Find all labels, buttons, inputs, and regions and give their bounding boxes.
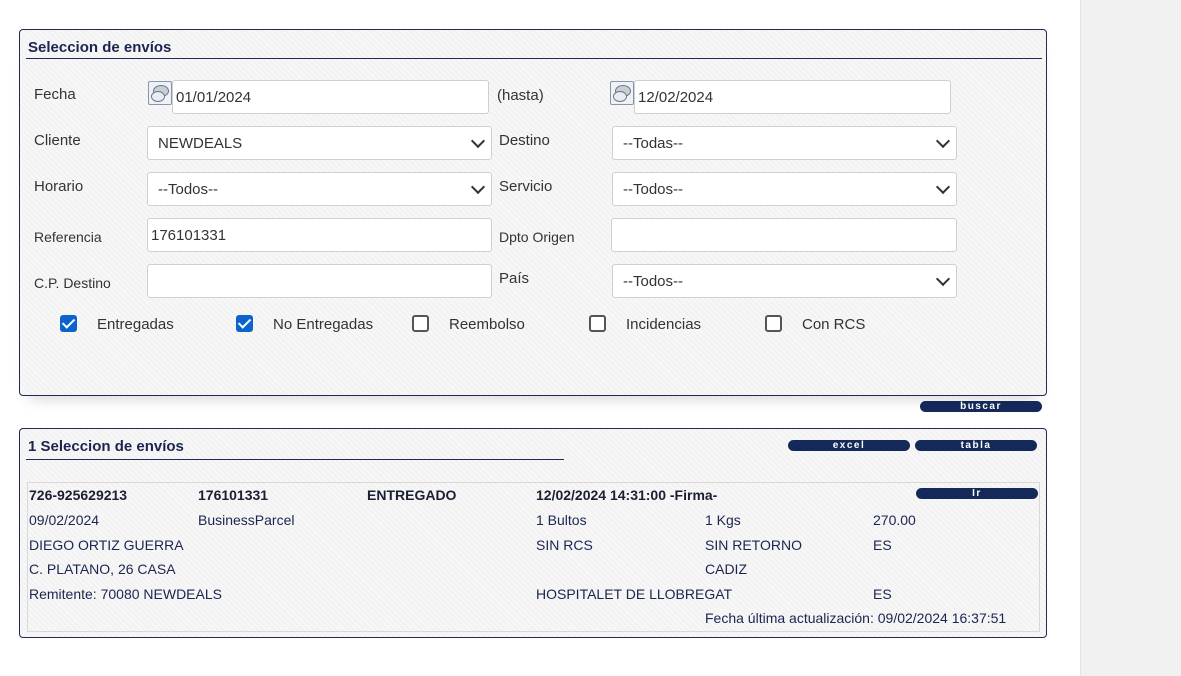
pais-select[interactable]: --Todos-- [612,264,957,298]
kgs-value: 1 Kgs [705,512,741,528]
con-rcs-label: Con RCS [802,316,866,333]
entregadas-checkbox[interactable] [60,315,77,332]
bultos-value: 1 Bultos [536,512,587,528]
horario-label: Horario [34,178,84,195]
destino-select[interactable]: --Todas-- [612,126,957,160]
referencia-label: Referencia [34,229,102,245]
chevron-down-icon [935,271,951,287]
rcs-value: SIN RCS [536,537,593,553]
excel-button[interactable]: excel [788,440,910,451]
incidencias-checkbox[interactable] [589,315,606,332]
right-side-pane [1080,0,1181,676]
pais-label: País [499,270,530,287]
provincia-value: CADIZ [705,561,747,577]
fecha-to-input[interactable]: 12/02/2024 [634,80,951,114]
tabla-button[interactable]: tabla [915,440,1037,451]
fecha-value: 09/02/2024 [29,512,100,528]
estado-value: ENTREGADO [367,487,457,503]
entregadas-label: Entregadas [97,316,174,333]
reembolso-checkbox[interactable] [412,315,429,332]
cliente-label: Cliente [34,132,81,149]
hasta-label: (hasta) [497,87,544,104]
direccion-value: C. PLATANO, 26 CASA [29,561,176,577]
horario-select-value: --Todos-- [158,181,219,198]
fecha-from-input[interactable]: 01/01/2024 [172,80,489,114]
pais-select-value: --Todos-- [623,273,684,290]
pais-destino-value: ES [873,537,892,553]
chevron-down-icon [470,133,486,149]
buscar-button[interactable]: buscar [920,401,1042,412]
results-panel-title: 1 Seleccion de envíos [28,438,184,455]
results-panel: 1 Seleccion de envíos excel tabla Ir 726… [19,428,1047,638]
retorno-value: SIN RETORNO [705,537,802,553]
cliente-select-value: NEWDEALS [158,135,243,152]
result-item: Ir 726-925629213 176101331 ENTREGADO 12/… [27,482,1040,632]
cp-destino-input[interactable] [147,264,492,298]
search-panel: Seleccion de envíos Fecha 01/01/2024 (ha… [19,29,1047,396]
poblacion-origen-value: HOSPITALET DE LLOBREGAT [536,586,733,602]
referencia-value: 176101331 [198,487,269,503]
horario-select[interactable]: --Todos-- [147,172,492,206]
dpto-origen-label: Dpto Origen [499,229,575,245]
servicio-select[interactable]: --Todos-- [612,172,957,206]
ir-button[interactable]: Ir [916,488,1038,499]
destinatario-value: DIEGO ORTIZ GUERRA [29,537,184,553]
reembolso-label: Reembolso [449,316,525,333]
calendar-from-icon[interactable] [148,81,172,105]
servicio-label: Servicio [499,178,553,195]
chevron-down-icon [935,133,951,149]
fecha-label: Fecha [34,86,76,103]
search-panel-title: Seleccion de envíos [28,39,172,56]
cp-destino-label: C.P. Destino [34,275,111,291]
expedicion-number[interactable]: 726-925629213 [29,487,127,503]
pais-origen-value: ES [873,586,892,602]
fecha-entrega-value: 12/02/2024 14:31:00 -Firma- [536,487,718,503]
results-title-divider [26,459,564,460]
destino-select-value: --Todas-- [623,135,684,152]
ultima-actualizacion-value: Fecha última actualización: 09/02/2024 1… [705,610,1007,626]
cliente-select[interactable]: NEWDEALS [147,126,492,160]
servicio-value: BusinessParcel [198,512,295,528]
remitente-value: Remitente: 70080 NEWDEALS [29,586,222,602]
no-entregadas-checkbox[interactable] [236,315,253,332]
chevron-down-icon [935,179,951,195]
no-entregadas-label: No Entregadas [273,316,374,333]
incidencias-label: Incidencias [626,316,702,333]
importe-value: 270.00 [873,512,916,528]
chevron-down-icon [470,179,486,195]
calendar-to-icon[interactable] [610,81,634,105]
destino-label: Destino [499,132,550,149]
referencia-input[interactable]: 176101331 [147,218,492,252]
dpto-origen-input[interactable] [611,218,957,252]
servicio-select-value: --Todos-- [623,181,684,198]
title-divider [26,58,1042,59]
con-rcs-checkbox[interactable] [765,315,782,332]
